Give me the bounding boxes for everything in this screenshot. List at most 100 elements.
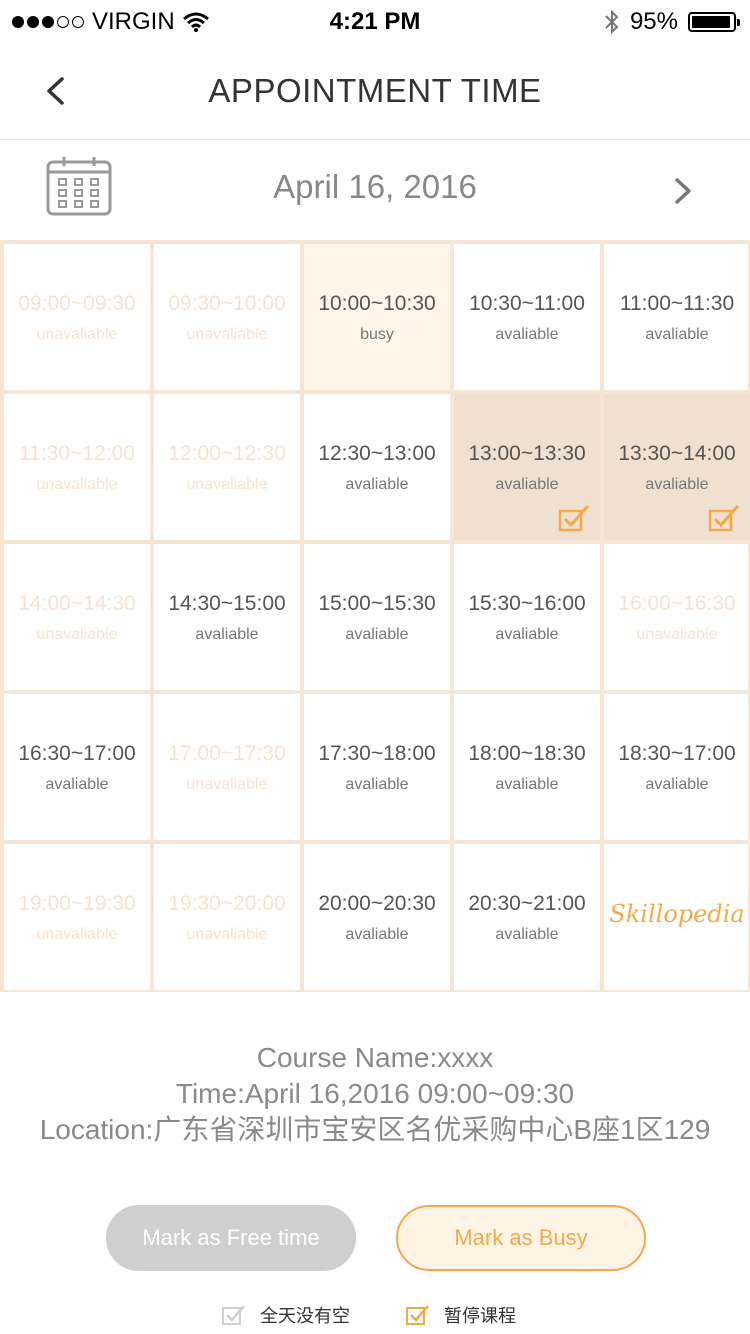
slot-time: 17:30~18:00: [318, 742, 436, 765]
mark-busy-button[interactable]: Mark as Busy: [396, 1205, 646, 1271]
slot-time: 09:00~09:30: [18, 292, 136, 315]
mark-free-time-button[interactable]: Mark as Free time: [106, 1205, 356, 1271]
slot-status: avaliable: [495, 626, 559, 643]
time-slot-cell[interactable]: 15:30~16:00 avaliable: [452, 542, 602, 692]
option-label: 全天没有空: [260, 1306, 350, 1326]
slot-time: 13:30~14:00: [618, 442, 736, 465]
time-slot-cell[interactable]: 20:00~20:30 avaliable: [302, 842, 452, 992]
slot-time: 15:30~16:00: [468, 592, 586, 615]
time-slot-grid: 09:00~09:30 unavaliable 09:30~10:00 unavali…: [0, 240, 750, 992]
page-title: APPOINTMENT TIME: [208, 72, 542, 109]
time-slot-cell[interactable]: 14:30~15:00 avaliable: [152, 542, 302, 692]
slot-time: 20:30~21:00: [468, 892, 586, 915]
slot-status: avaliable: [645, 476, 709, 493]
slot-status: avaliable: [645, 776, 709, 793]
slot-status: avaliable: [345, 776, 409, 793]
status-bar: VIRGIN 4:21 PM 95%: [0, 0, 750, 44]
slot-status: unavaliable: [36, 626, 118, 643]
slot-time: 11:00~11:30: [619, 292, 735, 315]
slot-status: unavaliable: [186, 476, 268, 493]
option-all-day-busy[interactable]: 全天没有空: [222, 1302, 350, 1328]
battery-fill: [692, 16, 730, 28]
slot-status: unavaliable: [36, 926, 118, 943]
slot-time: 13:00~13:30: [468, 442, 586, 465]
slot-time: 19:00~19:30: [18, 892, 136, 915]
slot-time: 17:00~17:30: [168, 742, 286, 765]
slot-status: avaliable: [195, 626, 259, 643]
slot-time: 15:00~15:30: [318, 592, 436, 615]
slot-time: 16:30~17:00: [18, 742, 136, 765]
bluetooth-icon: [605, 9, 619, 35]
slot-status: unavaliable: [36, 476, 118, 493]
time-slot-cell[interactable]: 18:30~17:00 avaliable: [602, 692, 750, 842]
time-slot-cell: 17:00~17:30 unavaliable: [152, 692, 302, 842]
course-name: Course Name:xxxx: [256, 1042, 494, 1073]
status-right: 95%: [604, 8, 740, 36]
slot-status: avaliable: [495, 326, 559, 343]
battery-icon: [688, 12, 740, 32]
time-slot-cell[interactable]: 11:00~11:30 avaliable: [602, 242, 750, 392]
slot-status: unavaliable: [636, 626, 718, 643]
time-slot-cell[interactable]: 17:30~18:00 avaliable: [302, 692, 452, 842]
slot-time: 14:00~14:30: [18, 592, 136, 615]
slot-status: unavaliable: [186, 776, 268, 793]
option-pause-course[interactable]: 暂停课程: [406, 1302, 516, 1328]
time-slot-cell[interactable]: 10:00~10:30 busy: [302, 242, 452, 392]
selected-date: April 16, 2016: [273, 168, 477, 205]
battery-percent: 95%: [629, 8, 678, 35]
time-slot-cell: 14:00~14:30 unavaliable: [2, 542, 152, 692]
time-slot-cell[interactable]: 16:30~17:00 avaliable: [2, 692, 152, 842]
course-location: Location:广东省深圳市宝安区名优采购中心B座1区129: [39, 1114, 711, 1145]
time-slot-cell: 09:00~09:30 unavaliable: [2, 242, 152, 392]
slot-time: 20:00~20:30: [318, 892, 436, 915]
time-slot-cell[interactable]: 13:30~14:00 avaliable: [602, 392, 750, 542]
slot-status: avaliable: [345, 476, 409, 493]
checkbox-unchecked-icon[interactable]: [222, 1304, 246, 1326]
time-slot-cell: 11:30~12:00 unavaliable: [2, 392, 152, 542]
time-slot-cell: 16:00~16:30 unavaliable: [602, 542, 750, 692]
slot-status: avaliable: [345, 626, 409, 643]
time-slot-cell[interactable]: 15:00~15:30 avaliable: [302, 542, 452, 692]
navigation-bar: APPOINTMENT TIME: [0, 44, 750, 140]
time-slot-cell[interactable]: 12:30~13:00 avaliable: [302, 392, 452, 542]
time-slot-cell[interactable]: 10:30~11:00 avaliable: [452, 242, 602, 392]
slot-time: 12:00~12:30: [168, 442, 286, 465]
time-slot-cell: 19:30~20:00 unavaliable: [152, 842, 302, 992]
check-icon: [708, 504, 740, 532]
brand-logo: Skillopedia: [609, 900, 745, 928]
slot-time: 18:00~18:30: [468, 742, 586, 765]
time-slot-cell[interactable]: 13:00~13:30 avaliable: [452, 392, 602, 542]
chevron-right-icon[interactable]: [668, 174, 698, 208]
slot-status: unavaliable: [186, 326, 268, 343]
slot-time: 10:00~10:30: [318, 292, 436, 315]
slot-status: avaliable: [495, 926, 559, 943]
appointment-info: Course Name:xxxx Time:April 16,2016 09:0…: [0, 1040, 750, 1148]
option-label: 暂停课程: [444, 1306, 516, 1326]
course-time: Time:April 16,2016 09:00~09:30: [175, 1078, 575, 1109]
time-slot-cell: 19:00~19:30 unavaliable: [2, 842, 152, 992]
slot-status: avaliable: [645, 326, 709, 343]
slot-time: 19:30~20:00: [168, 892, 286, 915]
time-slot-cell[interactable]: 20:30~21:00 avaliable: [452, 842, 602, 992]
slot-time: 10:30~11:00: [469, 292, 585, 315]
slot-status: busy: [360, 326, 394, 343]
date-selector: April 16, 2016: [0, 140, 750, 240]
slot-time: 18:30~17:00: [618, 742, 736, 765]
time-slot-cell: 09:30~10:00 unavaliable: [152, 242, 302, 392]
slot-status: avaliable: [495, 776, 559, 793]
time-slot-cell: 12:00~12:30 unavaliable: [152, 392, 302, 542]
time-slot-cell[interactable]: 18:00~18:30 avaliable: [452, 692, 602, 842]
slot-time: 11:30~12:00: [19, 442, 135, 465]
slot-status: avaliable: [45, 776, 109, 793]
slot-time: 12:30~13:00: [318, 442, 436, 465]
slot-status: avaliable: [495, 476, 559, 493]
check-icon: [558, 504, 590, 532]
slot-status: unavaliable: [36, 326, 118, 343]
checkbox-checked-icon[interactable]: [406, 1304, 430, 1326]
slot-status: avaliable: [345, 926, 409, 943]
slot-status: unavaliable: [186, 926, 268, 943]
slot-time: 14:30~15:00: [168, 592, 286, 615]
slot-time: 09:30~10:00: [168, 292, 286, 315]
slot-time: 16:00~16:30: [618, 592, 736, 615]
brand-logo-cell: Skillopedia: [602, 842, 750, 992]
